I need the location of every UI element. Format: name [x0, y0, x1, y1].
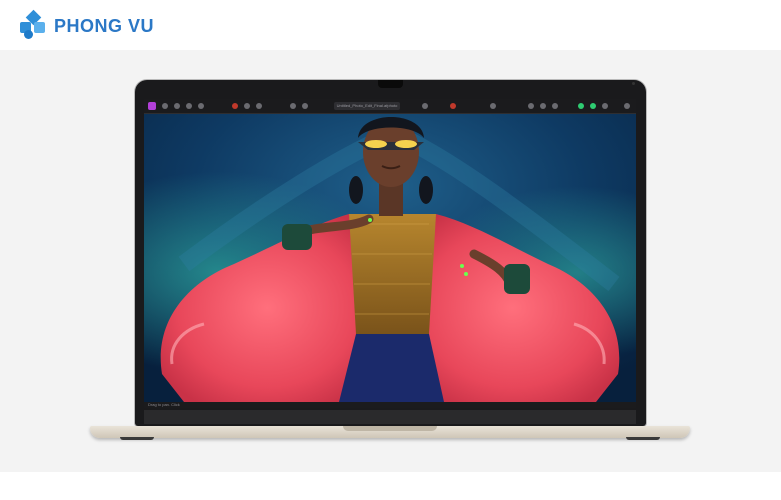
laptop-foot	[120, 437, 154, 440]
footer-strip	[0, 472, 781, 500]
toolbar-tool-icon	[302, 103, 308, 109]
toolbar-tool-icon	[244, 103, 250, 109]
window-title: Untitled_Photo_Edit_Final.afphoto	[334, 102, 400, 110]
lid-opening-notch	[343, 426, 437, 431]
toolbar-tool-icon	[174, 103, 180, 109]
toolbar-green-icon	[578, 103, 584, 109]
toolbar-tool-icon	[552, 103, 558, 109]
site-header: PHONG VU	[0, 0, 781, 50]
toolbar-tool-icon	[198, 103, 204, 109]
toolbar-tool-icon	[256, 103, 262, 109]
brand-name: PHONG VU	[54, 15, 155, 36]
toolbar-color-icon	[232, 103, 238, 109]
fashion-photo	[144, 114, 636, 402]
toolbar-tool-icon	[186, 103, 192, 109]
app-statusbar: Drag to pan. Click	[144, 402, 636, 408]
logo-mark-icon	[20, 9, 48, 40]
status-text: Drag to pan. Click	[148, 402, 180, 407]
toolbar-tool-icon	[540, 103, 546, 109]
app-icon	[148, 102, 156, 110]
laptop-base	[90, 426, 690, 438]
toolbar-tool-icon	[290, 103, 296, 109]
toolbar-tool-icon	[422, 103, 428, 109]
screen-chin	[144, 410, 636, 424]
toolbar-tool-icon	[490, 103, 496, 109]
toolbar-tool-icon	[528, 103, 534, 109]
toolbar-record-icon	[450, 103, 456, 109]
user-icon	[624, 103, 630, 109]
laptop-foot	[626, 437, 660, 440]
toolbar-tool-icon	[602, 103, 608, 109]
laptop-screen: Untitled_Photo_Edit_Final.afphoto Drag t…	[144, 99, 636, 408]
camera-icon	[632, 82, 635, 85]
phong-vu-logo[interactable]: PHONG VU	[20, 9, 155, 41]
laptop-lid: Untitled_Photo_Edit_Final.afphoto Drag t…	[135, 80, 646, 426]
app-toolbar: Untitled_Photo_Edit_Final.afphoto	[144, 99, 636, 114]
toolbar-green-icon	[590, 103, 596, 109]
toolbar-tool-icon	[162, 103, 168, 109]
camera-notch	[378, 80, 635, 88]
